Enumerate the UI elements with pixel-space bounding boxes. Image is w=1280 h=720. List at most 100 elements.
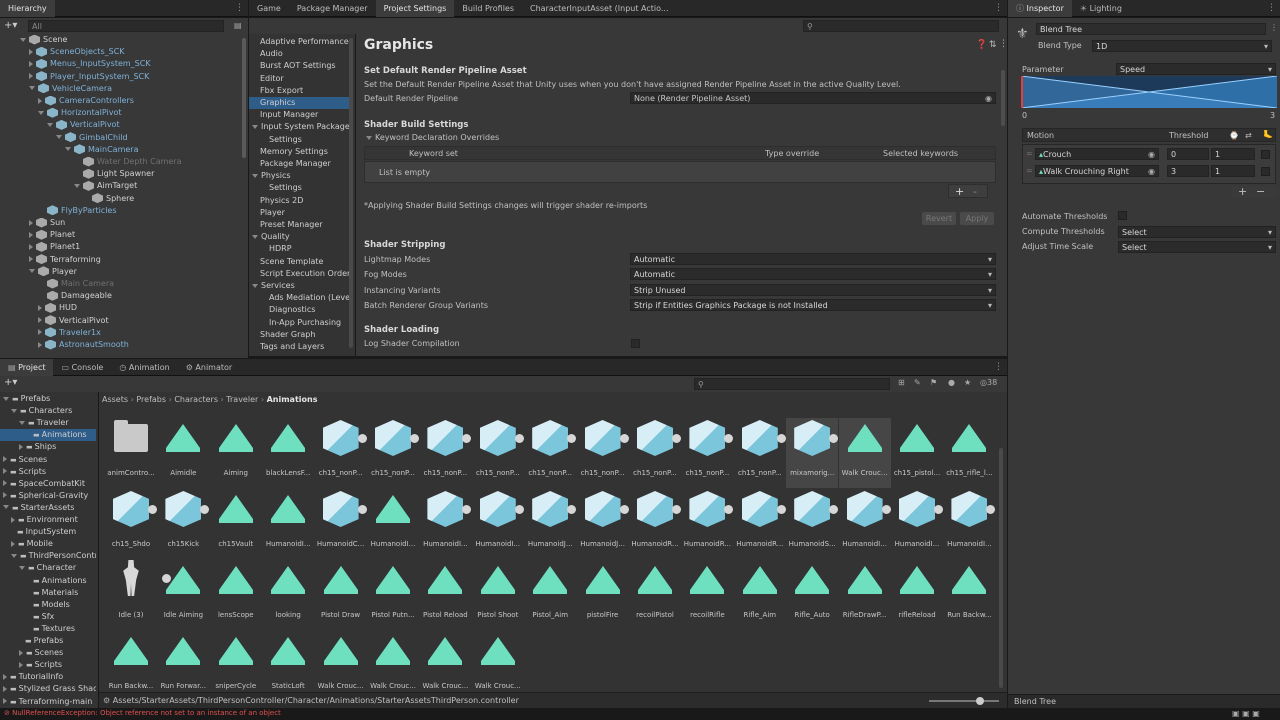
settings-nav-item[interactable]: Preset Manager xyxy=(249,219,349,231)
project-folder-item[interactable]: ▬Stylized Grass Shader xyxy=(0,683,96,695)
add-motion-button[interactable]: + xyxy=(1238,185,1247,198)
asset-item[interactable]: Walk Crouc... xyxy=(315,631,367,692)
hierarchy-item[interactable]: Planet xyxy=(0,229,240,241)
asset-item[interactable]: animContro... xyxy=(105,418,157,488)
expand-asset-icon[interactable] xyxy=(514,434,524,443)
tab-animation[interactable]: ◷ Animation xyxy=(111,359,177,376)
hierarchy-item[interactable]: Sun xyxy=(0,217,240,229)
collapse-arrow-icon[interactable] xyxy=(29,219,33,226)
object-picker-icon[interactable]: ◉ xyxy=(1148,149,1155,160)
project-folder-item[interactable]: ▬ Characters xyxy=(0,405,96,417)
tab-project-settings[interactable]: Project Settings xyxy=(375,0,455,17)
tab-package-manager[interactable]: Package Manager xyxy=(289,0,376,17)
collapse-arrow-icon[interactable] xyxy=(29,73,33,80)
expand-asset-icon[interactable] xyxy=(410,434,419,443)
settings-nav-item[interactable]: Input Manager xyxy=(249,109,349,121)
expand-asset-icon[interactable] xyxy=(776,434,786,443)
drag-handle-icon[interactable]: = xyxy=(1026,149,1033,158)
settings-nav-item[interactable]: Adaptive Performance xyxy=(249,36,349,48)
asset-item[interactable]: ch15_nonP... xyxy=(629,418,681,488)
project-folder-item[interactable]: ▬ Character xyxy=(0,562,96,574)
remove-keyword-button[interactable]: - xyxy=(973,185,977,198)
asset-item[interactable]: HumanoidC... xyxy=(315,489,367,559)
project-folder-item[interactable]: ▬ Ships xyxy=(0,441,96,453)
asset-item[interactable]: ch15_rifle_l... xyxy=(943,418,995,488)
project-folder-item[interactable]: ▬ Environment xyxy=(0,514,96,526)
settings-nav-item[interactable]: Shader Graph xyxy=(249,329,349,341)
asset-item[interactable]: ch15_Shdo xyxy=(105,489,157,559)
hierarchy-item[interactable]: SceneObjects_SCK xyxy=(0,46,240,58)
project-folder-item[interactable]: ▬ Scenes xyxy=(0,454,96,466)
asset-item[interactable]: rifleReload xyxy=(891,560,943,630)
collapse-arrow-icon[interactable] xyxy=(38,329,42,336)
hierarchy-search-input[interactable]: All xyxy=(28,20,224,32)
hierarchy-item[interactable]: HorizontalPivot xyxy=(0,107,240,119)
collapse-arrow-icon[interactable] xyxy=(38,341,42,348)
expand-asset-icon[interactable] xyxy=(829,434,839,443)
settings-nav-item[interactable]: Ads Mediation (Leve xyxy=(249,292,350,304)
expand-arrow-icon[interactable] xyxy=(11,540,15,547)
project-folder-item[interactable]: ▬ThirdPersonController xyxy=(0,550,96,562)
settings-scrollbar[interactable] xyxy=(1001,70,1005,126)
project-search-input[interactable]: ⚲ xyxy=(694,378,890,390)
log-shader-checkbox[interactable] xyxy=(631,339,640,348)
project-folder-item[interactable]: ▬ Mobile xyxy=(0,538,96,550)
settings-nav-item[interactable]: Fbx Export xyxy=(249,85,349,97)
preset-icon[interactable]: ⇅ xyxy=(989,40,997,50)
project-folder-item[interactable]: ▬ Prefabs xyxy=(0,393,96,405)
more-icon[interactable]: ⋮ xyxy=(999,39,1007,49)
project-folder-item[interactable]: ▬ Traveler xyxy=(0,417,96,429)
asset-item[interactable]: HumanoidI... xyxy=(891,489,943,559)
project-folder-item[interactable]: ▬ Materials xyxy=(0,587,96,599)
expand-asset-icon[interactable] xyxy=(829,505,839,514)
collapse-arrow-icon[interactable] xyxy=(29,60,33,67)
expand-arrow-icon[interactable] xyxy=(3,480,7,487)
zoom-slider[interactable] xyxy=(929,700,999,702)
project-folder-item[interactable]: ▬ Scripts xyxy=(0,466,96,478)
more-icon[interactable]: ⋮ xyxy=(994,0,1003,17)
hierarchy-item[interactable]: Player xyxy=(0,266,240,278)
object-picker-icon[interactable]: ◉ xyxy=(1148,166,1155,177)
asset-item[interactable]: HumanoidJ... xyxy=(577,489,629,559)
hierarchy-item[interactable]: CameraControllers xyxy=(0,95,240,107)
settings-nav-item[interactable]: HDRP xyxy=(249,243,349,255)
hierarchy-item[interactable]: AstronautSmooth xyxy=(0,339,240,351)
expand-arrow-icon[interactable] xyxy=(11,516,15,523)
collapse-arrow-icon[interactable] xyxy=(29,48,33,55)
remove-motion-button[interactable]: − xyxy=(1256,185,1265,198)
strip-row-dropdown[interactable]: Strip if Entities Graphics Package is no… xyxy=(630,298,996,311)
apply-button[interactable]: Apply xyxy=(960,212,994,225)
expand-arrow-icon[interactable] xyxy=(3,396,9,401)
asset-scrollbar[interactable] xyxy=(999,448,1003,688)
expand-arrow-icon[interactable] xyxy=(252,234,258,239)
mirror-checkbox[interactable] xyxy=(1261,150,1270,159)
collapse-arrow-icon[interactable] xyxy=(29,231,33,238)
project-folder-item[interactable]: ▬ TutorialInfo xyxy=(0,671,96,683)
hierarchy-item[interactable]: VerticalPivot xyxy=(0,315,240,327)
zoom-slider-handle[interactable] xyxy=(976,697,984,705)
more-icon[interactable]: ⋮ xyxy=(1267,0,1276,17)
asset-item[interactable]: Pistol Putn... xyxy=(367,560,419,630)
hierarchy-item[interactable]: FlyByParticles xyxy=(0,205,240,217)
project-folder-item[interactable]: ▬ Scenes xyxy=(0,647,96,659)
tab-game[interactable]: Game xyxy=(249,0,289,17)
breadcrumb-item[interactable]: Traveler xyxy=(226,395,258,404)
expand-asset-icon[interactable] xyxy=(619,434,629,443)
revert-button[interactable]: Revert xyxy=(922,212,956,225)
asset-item[interactable]: HumanoidR... xyxy=(681,489,734,559)
asset-item[interactable]: Run Backw... xyxy=(105,631,157,692)
settings-nav-item[interactable]: Package Manager xyxy=(249,158,349,170)
collapse-arrow-icon[interactable] xyxy=(38,317,42,324)
settings-nav-item[interactable]: In-App Purchasing xyxy=(249,317,349,329)
asset-item[interactable]: ch15_nonP... xyxy=(577,418,629,488)
expand-arrow-icon[interactable] xyxy=(65,147,71,152)
asset-item[interactable]: Pistol Reload xyxy=(419,560,471,630)
threshold-field[interactable]: 3 xyxy=(1167,165,1209,177)
settings-nav-item[interactable]: Scene Template xyxy=(249,256,349,268)
asset-item[interactable]: ch15_nonP... xyxy=(734,418,786,488)
hierarchy-item[interactable]: Menus_InputSystem_SCK xyxy=(0,58,240,70)
asset-item[interactable]: recoilRifle xyxy=(681,560,733,630)
strip-row-dropdown[interactable]: Automatic xyxy=(630,268,996,281)
project-folder-item[interactable]: ▬ Spherical-Gravity xyxy=(0,490,96,502)
asset-item[interactable]: blackLensF... xyxy=(262,418,314,488)
